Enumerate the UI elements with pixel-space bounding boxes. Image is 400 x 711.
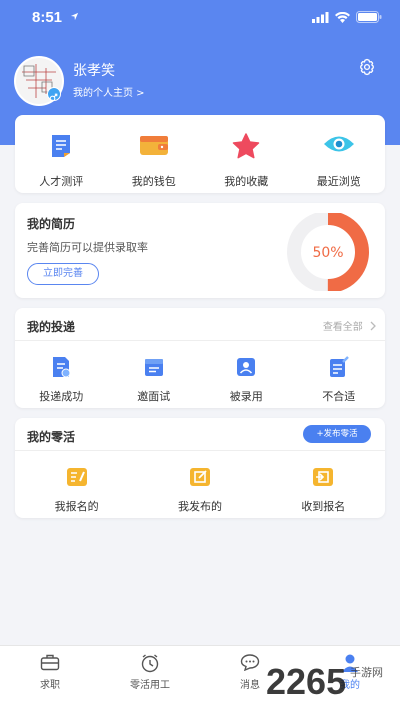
gig-published[interactable]: 我发布的 — [138, 462, 261, 518]
quick-action-label: 人才测评 — [39, 175, 84, 188]
see-all-link[interactable]: 查看全部 — [323, 318, 377, 333]
quick-action-recently-viewed[interactable]: 最近浏览 — [293, 115, 386, 193]
delivery-label: 被录用 — [229, 390, 263, 403]
inbox-icon — [313, 468, 334, 486]
divider — [15, 340, 385, 341]
location-arrow-icon — [70, 12, 79, 21]
gig-label: 我报名的 — [54, 500, 99, 513]
sent-doc-icon — [53, 357, 71, 378]
gig-received-signups[interactable]: 收到报名 — [262, 462, 385, 518]
tab-gig-work[interactable]: 零活用工 — [100, 646, 200, 711]
delivery-success[interactable]: 投递成功 — [15, 352, 108, 408]
signal-icon — [312, 11, 329, 23]
settings-gear-icon[interactable] — [358, 58, 376, 76]
publish-icon — [189, 468, 210, 486]
gigs-card: 我的零活 +发布零活 我报名的 我发布的 收到报名 — [15, 418, 385, 518]
delivery-interview-invite[interactable]: 邀面试 — [108, 352, 201, 408]
quick-action-talent-assessment[interactable]: 人才测评 — [15, 115, 108, 193]
tab-label: 求职 — [40, 680, 60, 691]
publish-gig-button[interactable]: +发布零活 — [303, 425, 371, 443]
tab-label: 零活用工 — [130, 680, 170, 691]
tab-job-search[interactable]: 求职 — [0, 646, 100, 711]
wallet-icon — [139, 136, 168, 155]
document-icon — [52, 135, 71, 157]
personal-homepage-link[interactable]: 我的个人主页 > — [73, 84, 145, 99]
quick-action-label: 我的钱包 — [131, 175, 176, 188]
status-bar: 8:51 — [0, 0, 400, 36]
status-time: 8:51 — [32, 9, 63, 26]
quick-action-label: 最近浏览 — [316, 175, 361, 188]
person-icon — [342, 654, 358, 672]
folder-icon — [144, 359, 163, 376]
tab-label: 消息 — [240, 680, 260, 691]
gigs-title: 我的零活 — [27, 430, 76, 444]
user-name: 张孝笑 — [73, 63, 115, 79]
eye-icon — [323, 136, 354, 152]
briefcase-icon — [40, 654, 60, 671]
quick-action-wallet[interactable]: 我的钱包 — [108, 115, 201, 193]
chat-icon — [240, 654, 260, 671]
see-all-label: 查看全部 — [322, 322, 363, 333]
signup-icon — [66, 468, 87, 486]
chevron-right-icon — [370, 321, 376, 331]
delivery-hired[interactable]: 被录用 — [200, 352, 293, 408]
quick-action-label: 我的收藏 — [224, 175, 269, 188]
resume-progress-ring: 50% — [287, 213, 369, 291]
tab-messages[interactable]: 消息 — [200, 646, 300, 711]
deliveries-card: 我的投递 查看全部 投递成功 邀面试 被录用 不合适 — [15, 308, 385, 408]
wifi-icon — [335, 11, 350, 23]
tab-label: 我的 — [340, 680, 360, 691]
resume-subtitle: 完善简历可以提供录取率 — [27, 241, 148, 254]
resume-title: 我的简历 — [27, 217, 76, 231]
user-card-icon — [237, 358, 256, 376]
bottom-tab-bar: 求职 零活用工 消息 我的 — [0, 645, 400, 711]
delivery-unsuitable[interactable]: 不合适 — [293, 352, 386, 408]
clock-icon — [141, 654, 159, 673]
battery-icon — [356, 11, 382, 23]
progress-percent: 50% — [312, 245, 343, 261]
gig-label: 我发布的 — [177, 500, 222, 513]
divider — [15, 450, 385, 451]
gig-label: 收到报名 — [301, 500, 346, 513]
star-icon — [233, 133, 260, 159]
tab-mine[interactable]: 我的 — [300, 646, 400, 711]
quick-actions-card: 人才测评 我的钱包 我的收藏 最近浏览 — [15, 115, 385, 193]
delivery-label: 邀面试 — [137, 390, 171, 403]
edit-doc-icon — [329, 356, 349, 377]
resume-card[interactable]: 我的简历 完善简历可以提供录取率 立即完善 50% — [15, 203, 385, 298]
delivery-label: 不合适 — [322, 390, 356, 403]
gig-signed-up[interactable]: 我报名的 — [15, 462, 138, 518]
male-gender-icon — [47, 87, 61, 102]
quick-action-favorites[interactable]: 我的收藏 — [200, 115, 293, 193]
complete-resume-button[interactable]: 立即完善 — [27, 263, 99, 285]
deliveries-title: 我的投递 — [27, 320, 76, 334]
delivery-label: 投递成功 — [39, 390, 84, 403]
